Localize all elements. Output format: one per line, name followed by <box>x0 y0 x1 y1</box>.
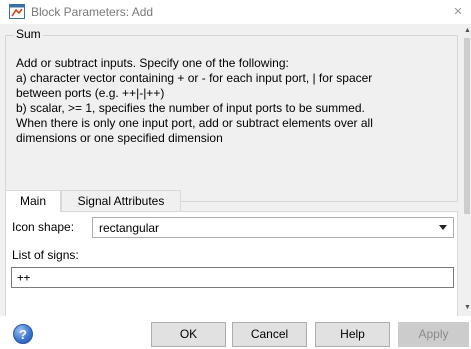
main-tab-panel: Icon shape: rectangular List of signs: +… <box>5 211 458 316</box>
sum-group: Sum Add or subtract inputs. Specify one … <box>5 27 458 202</box>
button-bar: ? OK Cancel Help Apply <box>0 316 471 349</box>
icon-shape-label: Icon shape: <box>12 220 75 234</box>
description-line: a) character vector containing + or - fo… <box>16 71 373 85</box>
tab-main[interactable]: Main <box>5 190 61 212</box>
list-of-signs-input[interactable]: ++ <box>11 267 454 288</box>
scroll-up-arrow-icon[interactable]: ▲ <box>464 27 471 35</box>
chevron-down-icon <box>439 225 447 230</box>
dialog-content: Sum Add or subtract inputs. Specify one … <box>0 24 463 316</box>
help-icon[interactable]: ? <box>13 324 33 344</box>
description-line: When there is only one input port, add o… <box>16 116 373 130</box>
vertical-scrollbar[interactable]: ▲ ▼ <box>463 24 471 316</box>
tab-signal-attributes[interactable]: Signal Attributes <box>61 190 181 211</box>
apply-button[interactable]: Apply <box>398 322 469 347</box>
list-of-signs-label: List of signs: <box>12 248 79 262</box>
title-bar: Block Parameters: Add × <box>0 0 471 24</box>
close-icon[interactable]: × <box>449 3 467 21</box>
scroll-down-arrow-icon[interactable]: ▼ <box>464 304 471 312</box>
block-description: Add or subtract inputs. Specify one of t… <box>16 56 456 146</box>
simulink-block-icon <box>9 4 25 19</box>
group-legend: Sum <box>14 27 43 41</box>
ok-button[interactable]: OK <box>151 322 226 347</box>
help-button[interactable]: Help <box>315 322 390 347</box>
scroll-thumb[interactable] <box>464 38 470 214</box>
cancel-button[interactable]: Cancel <box>232 322 307 347</box>
icon-shape-value: rectangular <box>99 221 160 235</box>
description-line: Add or subtract inputs. Specify one of t… <box>16 56 289 70</box>
description-line: between ports (e.g. ++|-|++) <box>16 86 165 100</box>
window-title: Block Parameters: Add <box>31 5 154 19</box>
icon-shape-dropdown[interactable]: rectangular <box>92 217 454 238</box>
description-line: b) scalar, >= 1, specifies the number of… <box>16 101 365 115</box>
description-line: dimensions or one specified dimension <box>16 131 223 145</box>
